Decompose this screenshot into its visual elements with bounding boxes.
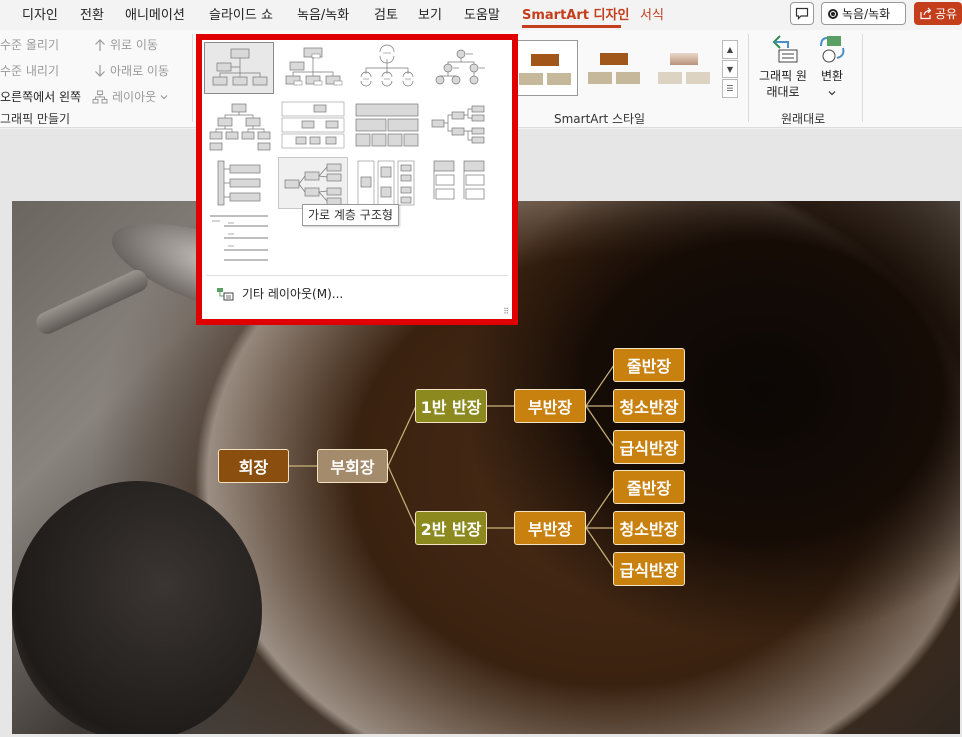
record-icon [828,8,838,19]
tab-help[interactable]: 도움말 [464,4,500,23]
more-layouts-label: 기타 레이아웃(M)... [242,287,344,301]
gallery-scroll[interactable]: ▲ ▼ ☰ [722,40,738,99]
create-graphic-group-label: 그래픽 만들기 [0,112,71,126]
layout-name-title-org-chart[interactable] [278,42,348,94]
layout-org-chart[interactable] [204,42,274,94]
tab-design[interactable]: 디자인 [22,4,58,23]
comment-icon [795,7,809,20]
layout-half-circle-org-chart[interactable] [352,42,422,94]
move-up-button[interactable]: 위로 이동 [94,36,158,53]
right-to-left-button[interactable]: 오른쪽에서 왼쪽 [0,88,81,105]
layout-horizontal-multi-level-hierarchy[interactable] [352,157,422,209]
tab-smartart-design[interactable]: SmartArt 디자인 [522,4,629,23]
share-label: 공유 [935,7,958,21]
convert-label: 변환 [820,69,844,83]
tab-format[interactable]: 서식 [640,4,664,23]
layout-button[interactable]: 레이아웃 [92,88,168,105]
resize-grip-icon[interactable]: ⠿ [503,307,509,316]
layout-gallery-dropdown: 가로 계층 구조형 기타 레이아웃(M)... ⠿ [196,34,518,325]
demote-label: 수준 내리기 [0,64,60,78]
tab-view[interactable]: 보기 [418,4,442,23]
layout-label: 레이아웃 [112,90,157,104]
smartart-node-cleaning-leader-2[interactable]: 청소반장 [613,511,685,545]
move-down-button[interactable]: 아래로 이동 [94,62,169,79]
convert-button[interactable]: 변환 [812,34,852,100]
style-thumb-subtle[interactable] [582,40,648,96]
promote-label: 수준 올리기 [0,38,60,52]
ribbon-separator [748,34,749,122]
promote-button[interactable]: 수준 올리기 [0,36,59,53]
comments-button[interactable] [790,2,814,25]
smartart-node-class2[interactable]: 2반 반장 [415,511,487,545]
layout-horizontal-org-chart[interactable] [426,100,496,152]
org-layout-icon [92,90,108,103]
active-tab-indicator [522,25,621,28]
ribbon-separator [862,34,863,122]
smartart-node-meal-leader-2[interactable]: 급식반장 [613,552,685,586]
style-thumb-flat[interactable] [512,40,578,96]
chevron-down-icon [160,94,168,99]
tab-review[interactable]: 검토 [374,4,398,23]
smartart-node-class1[interactable]: 1반 반장 [415,389,487,423]
reset-group-label: 원래대로 [781,112,826,126]
move-down-label: 아래로 이동 [110,64,170,78]
more-layouts-icon [217,287,234,300]
layout-hierarchy-list[interactable] [204,157,274,209]
layout-lined-list[interactable] [204,212,274,264]
smartart-styles-group-label: SmartArt 스타일 [554,112,646,126]
smartart-node-line-leader-2[interactable]: 줄반장 [613,470,685,504]
gallery-expand-button[interactable]: ☰ [722,79,738,99]
ribbon-tab-bar: 디자인 전환 애니메이션 슬라이드 쇼 녹음/녹화 검토 보기 도움말 Smar… [0,0,962,30]
layout-horizontal-hierarchy[interactable] [278,157,348,209]
gallery-down-button[interactable]: ▼ [722,59,738,79]
smartart-node-vice-leader-1[interactable]: 부반장 [514,389,586,423]
layout-hierarchy[interactable] [204,100,274,152]
tab-recording[interactable]: 녹음/녹화 [297,4,349,23]
demote-button[interactable]: 수준 내리기 [0,62,59,79]
smartart-style-gallery[interactable] [512,40,738,100]
arrow-up-icon [95,38,105,51]
smartart-node-line-leader-1[interactable]: 줄반장 [613,348,685,382]
layout-table-hierarchy[interactable] [352,100,422,152]
tab-transitions[interactable]: 전환 [80,4,104,23]
smartart-node-meal-leader-1[interactable]: 급식반장 [613,430,685,464]
gallery-up-button[interactable]: ▲ [722,40,738,59]
layout-tooltip: 가로 계층 구조형 [302,204,399,226]
smartart-node-vice-chairman[interactable]: 부회장 [317,449,388,483]
layout-labeled-hierarchy[interactable] [278,100,348,152]
convert-icon [820,36,845,63]
smartart-node-cleaning-leader-1[interactable]: 청소반장 [613,389,685,423]
share-icon [920,7,932,20]
tab-animations[interactable]: 애니메이션 [125,4,185,23]
share-button[interactable]: 공유 [914,2,962,25]
reset-graphic-label: 그래픽 원래대로 [759,69,807,99]
style-thumb-gradient[interactable] [652,40,718,96]
right-to-left-label: 오른쪽에서 왼쪽 [0,90,82,104]
tab-slideshow[interactable]: 슬라이드 쇼 [209,4,273,23]
move-up-label: 위로 이동 [110,38,158,52]
layout-lined-list-hierarchy[interactable] [426,157,496,209]
dropdown-divider [206,275,508,276]
reset-graphic-icon [772,35,798,63]
more-layouts-button[interactable]: 기타 레이아웃(M)... [216,285,343,302]
layout-circle-picture-hierarchy[interactable] [426,42,496,94]
chevron-down-icon [828,91,836,96]
smartart-node-vice-leader-2[interactable]: 부반장 [514,511,586,545]
record-label: 녹음/녹화 [842,7,891,21]
record-button[interactable]: 녹음/녹화 [821,2,906,25]
reset-graphic-button[interactable]: 그래픽 원래대로 [756,34,810,100]
arrow-down-icon [95,64,105,77]
smartart-node-chairman[interactable]: 회장 [218,449,289,483]
ribbon-separator [192,34,193,122]
